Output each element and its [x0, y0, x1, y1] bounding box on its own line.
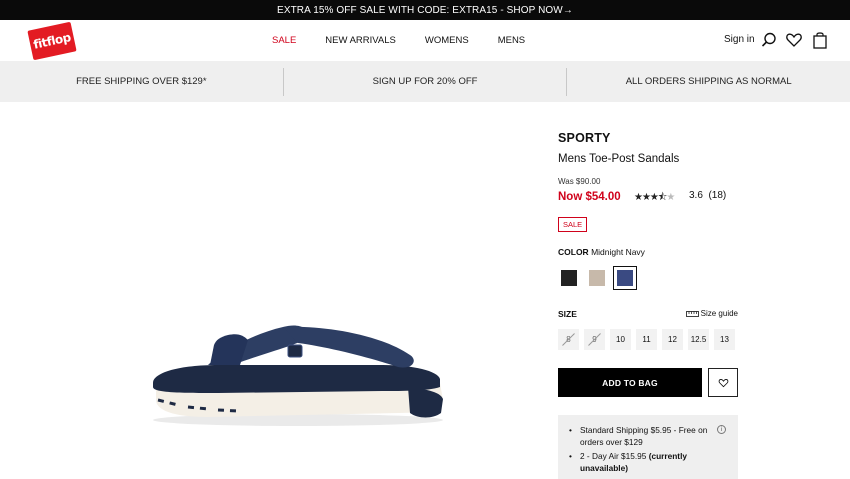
swatch-black[interactable] — [558, 267, 580, 289]
add-to-bag-button[interactable]: ADD TO BAG — [558, 368, 702, 397]
now-price: Now $54.00 — [558, 191, 621, 203]
size-option[interactable]: 11 — [636, 329, 657, 350]
size-label: SIZE — [558, 309, 577, 319]
search-icon[interactable] — [760, 31, 778, 49]
promo-bar[interactable]: EXTRA 15% OFF SALE WITH CODE: EXTRA15 - … — [0, 0, 850, 20]
size-option[interactable]: 8 — [558, 329, 579, 350]
usp-free-shipping[interactable]: FREE SHIPPING OVER $129* — [0, 76, 283, 87]
heart-icon — [718, 378, 728, 387]
ruler-icon — [685, 310, 699, 317]
logo[interactable]: fitflop — [27, 21, 77, 61]
color-value: Midnight Navy — [591, 247, 645, 257]
sale-badge: SALE — [558, 217, 588, 232]
product-name: Mens Toe-Post Sandals — [558, 153, 680, 165]
bag-icon[interactable] — [811, 31, 829, 49]
size-header: SIZE Size guide — [558, 309, 740, 319]
product-info: SPORTY Mens Toe-Post Sandals Was $90.00 … — [558, 131, 740, 479]
site-header: fitflop SALE NEW ARRIVALS WOMENS MENS Si… — [0, 20, 850, 61]
shipping-2day-text: 2 - Day Air $15.95 — [580, 451, 649, 461]
was-price: Was $90.00 — [558, 177, 601, 186]
heart-icon[interactable] — [785, 31, 803, 49]
usp-shipping-normal[interactable]: ALL ORDERS SHIPPING AS NORMAL — [567, 76, 850, 87]
color-swatches — [558, 266, 637, 290]
shipping-2day: 2 - Day Air $15.95 (currently unavailabl… — [568, 450, 730, 474]
nav-sale[interactable]: SALE — [272, 35, 296, 46]
size-option[interactable]: 12.5 — [688, 329, 709, 350]
size-guide-link[interactable]: Size guide — [685, 309, 738, 318]
nav-mens[interactable]: MENS — [498, 35, 525, 46]
rating-stars[interactable]: ★★★⯪★ — [634, 190, 675, 207]
shipping-standard: Standard Shipping $5.95 - Free on orders… — [568, 424, 730, 448]
usp-bar: FREE SHIPPING OVER $129* SIGN UP FOR 20%… — [0, 61, 850, 102]
usp-signup[interactable]: SIGN UP FOR 20% OFF — [284, 76, 567, 87]
info-icon[interactable]: i — [717, 425, 726, 434]
swatch-stone[interactable] — [586, 267, 608, 289]
nav-womens[interactable]: WOMENS — [425, 35, 469, 46]
size-option[interactable]: 9 — [584, 329, 605, 350]
size-guide-label: Size guide — [700, 309, 738, 318]
color-label-row: COLOR Midnight Navy — [558, 247, 645, 257]
promo-text[interactable]: EXTRA 15% OFF SALE WITH CODE: EXTRA15 - … — [277, 5, 573, 16]
nav-new-arrivals[interactable]: NEW ARRIVALS — [325, 35, 396, 46]
product-brand: SPORTY — [558, 131, 611, 145]
size-option[interactable]: 12 — [662, 329, 683, 350]
rating-value: 3.6 — [689, 190, 703, 201]
review-count: (18) — [708, 190, 727, 201]
signin-link[interactable]: Sign in — [724, 34, 755, 45]
product-image[interactable] — [148, 315, 448, 430]
size-option[interactable]: 10 — [610, 329, 631, 350]
color-label: COLOR — [558, 247, 589, 257]
size-selector: 8 9 10 11 12 12.5 13 — [558, 329, 735, 350]
size-option[interactable]: 13 — [714, 329, 735, 350]
main-nav: SALE NEW ARRIVALS WOMENS MENS — [272, 20, 554, 61]
shipping-info: Standard Shipping $5.95 - Free on orders… — [558, 415, 738, 479]
wishlist-button[interactable] — [708, 368, 738, 397]
rating-summary[interactable]: 3.6 (18) — [689, 190, 726, 201]
swatch-midnight-navy[interactable] — [613, 266, 637, 290]
